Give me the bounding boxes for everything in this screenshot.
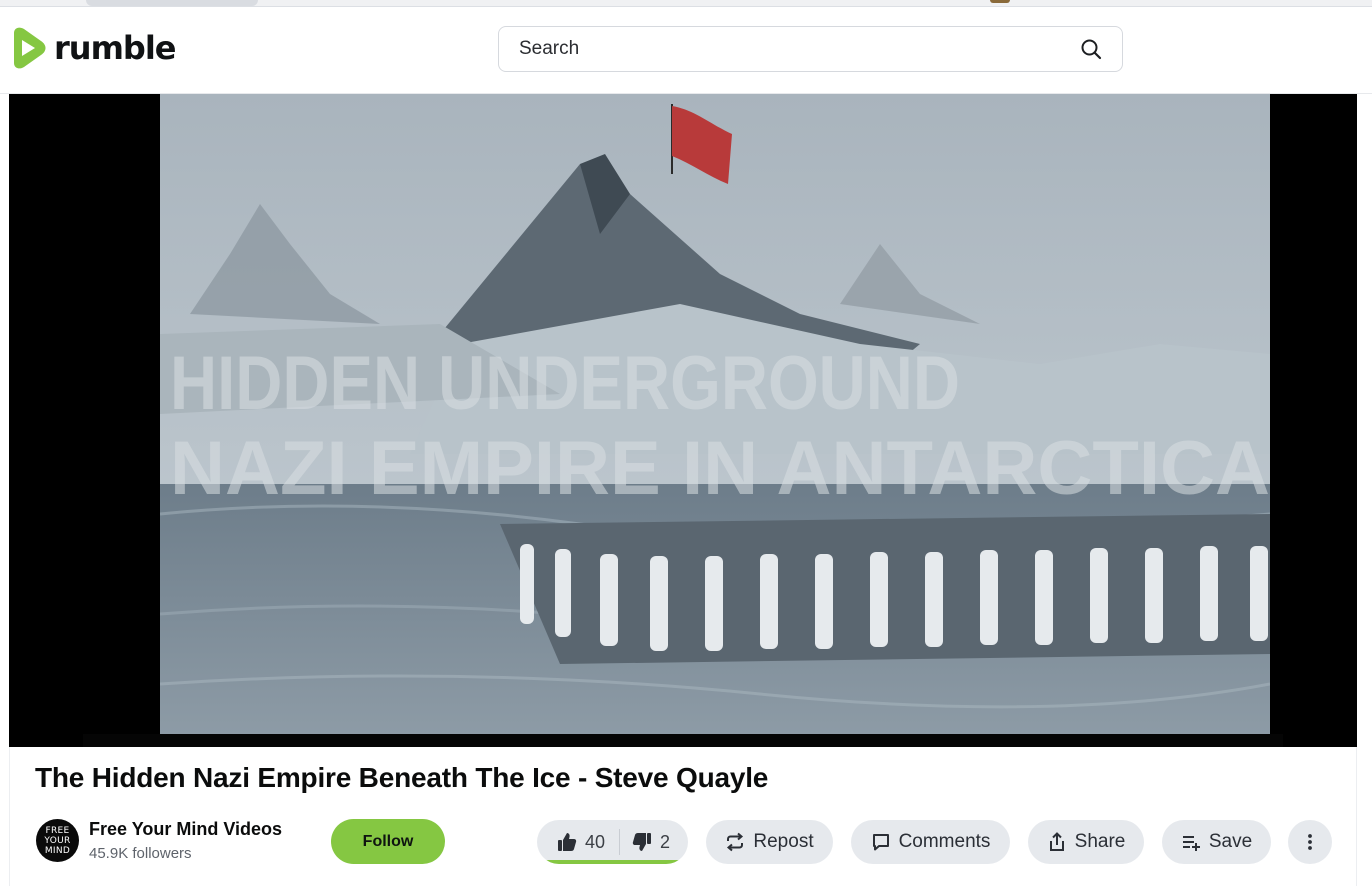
player-controls-strip [83, 734, 1283, 747]
follow-button[interactable]: Follow [331, 819, 445, 864]
browser-tab-strip [0, 0, 1372, 7]
search-input[interactable] [519, 38, 1080, 60]
tab-favicon-icon [990, 0, 1010, 3]
channel-avatar[interactable]: FREE YOUR MIND [36, 819, 79, 862]
share-button[interactable]: Share [1028, 820, 1144, 864]
video-thumbnail-image: HIDDEN UNDERGROUND NAZI EMPIRE IN ANTARC… [160, 94, 1270, 734]
repost-label: Repost [753, 831, 814, 852]
logo-wordmark: rumble [54, 29, 176, 67]
channel-name[interactable]: Free Your Mind Videos [89, 819, 282, 840]
save-label: Save [1208, 831, 1253, 852]
comments-button[interactable]: Comments [851, 820, 1010, 864]
rumble-play-logo-icon [14, 27, 46, 69]
avatar-text-2: YOUR [44, 835, 71, 846]
browser-tab[interactable] [86, 0, 258, 6]
share-label: Share [1074, 831, 1126, 852]
site-header: rumble [0, 7, 1372, 94]
share-icon [1049, 832, 1064, 851]
comments-label: Comments [898, 831, 991, 852]
video-overlay-line1: HIDDEN UNDERGROUND [170, 341, 960, 426]
video-frame[interactable]: HIDDEN UNDERGROUND NAZI EMPIRE IN ANTARC… [160, 94, 1270, 734]
dislike-button[interactable]: 2 [620, 820, 670, 864]
video-player[interactable]: HIDDEN UNDERGROUND NAZI EMPIRE IN ANTARC… [9, 94, 1357, 747]
repost-icon [727, 832, 744, 852]
video-info: The Hidden Nazi Empire Beneath The Ice -… [9, 747, 1357, 886]
avatar-text-3: MIND [44, 845, 71, 856]
search-box [498, 26, 1123, 72]
search-icon[interactable] [1080, 38, 1102, 60]
avatar-text-1: FREE [45, 825, 70, 836]
playlist-add-icon [1182, 836, 1200, 851]
like-count: 40 [585, 831, 606, 852]
vote-pill: 40 2 [537, 820, 688, 864]
channel-block[interactable]: FREE YOUR MIND Free Your Mind Videos 45.… [36, 819, 282, 862]
comment-bubble-icon [872, 834, 889, 851]
more-vertical-icon [1308, 834, 1312, 850]
thumbs-up-icon [558, 833, 577, 851]
like-button[interactable]: 40 [537, 820, 619, 864]
more-options-button[interactable] [1288, 820, 1332, 864]
like-ratio-bar [537, 860, 681, 864]
save-button[interactable]: Save [1162, 820, 1271, 864]
thumbs-down-icon [632, 833, 651, 851]
video-title: The Hidden Nazi Empire Beneath The Ice -… [35, 762, 769, 793]
video-overlay-line2: NAZI EMPIRE IN ANTARCTICA [170, 426, 1270, 511]
dislike-count: 2 [660, 831, 671, 852]
rumble-logo[interactable]: rumble [8, 26, 176, 70]
channel-followers: 45.9K followers [89, 845, 192, 862]
repost-button[interactable]: Repost [706, 820, 833, 864]
